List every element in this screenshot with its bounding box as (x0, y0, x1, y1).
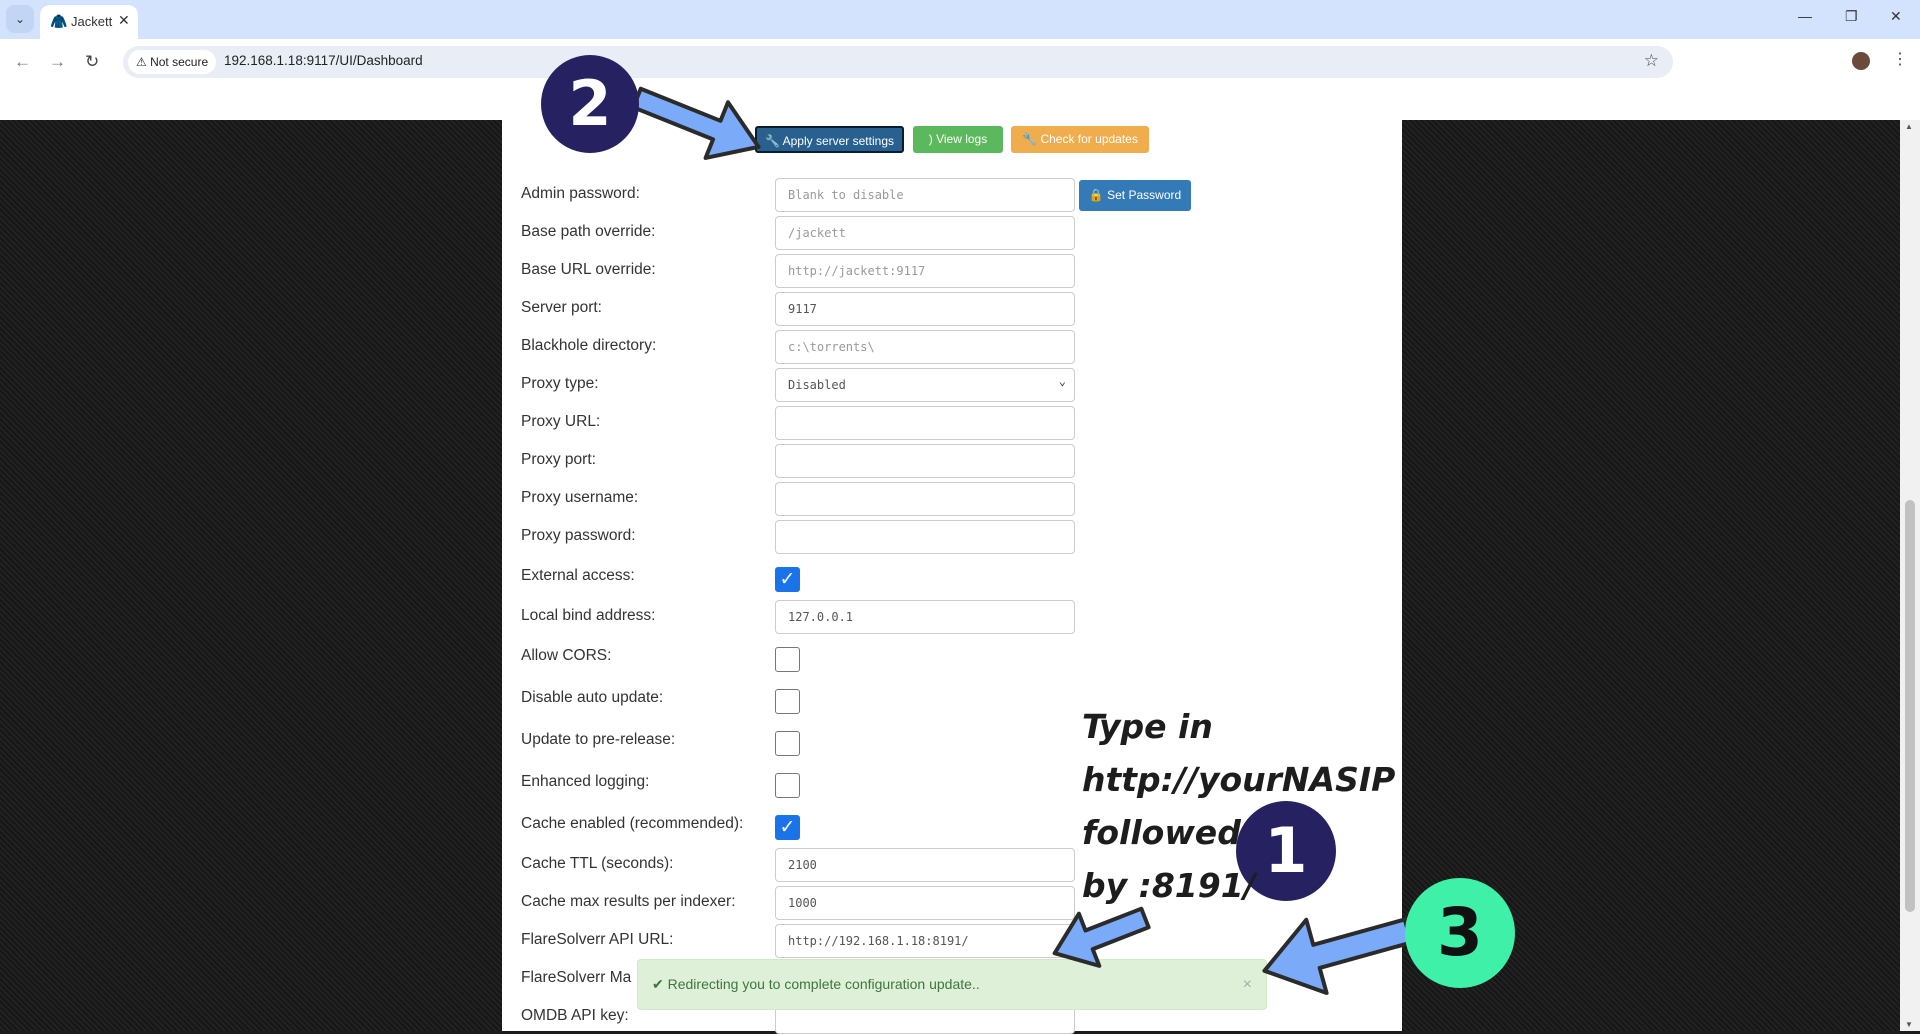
note-line: Type in (1082, 707, 1213, 746)
note-line: by :8191/ (1082, 866, 1256, 905)
note-line: http://yourNASIP (1082, 760, 1396, 799)
arrow-2 (631, 86, 761, 160)
instruction-note: Type in http://yourNASIP followed by :81… (1082, 700, 1395, 912)
annotation-arrows (631, 86, 1414, 996)
note-line: followed (1082, 813, 1241, 852)
step-2-badge: 2 (541, 55, 639, 153)
step-3-badge: 3 (1405, 878, 1515, 988)
